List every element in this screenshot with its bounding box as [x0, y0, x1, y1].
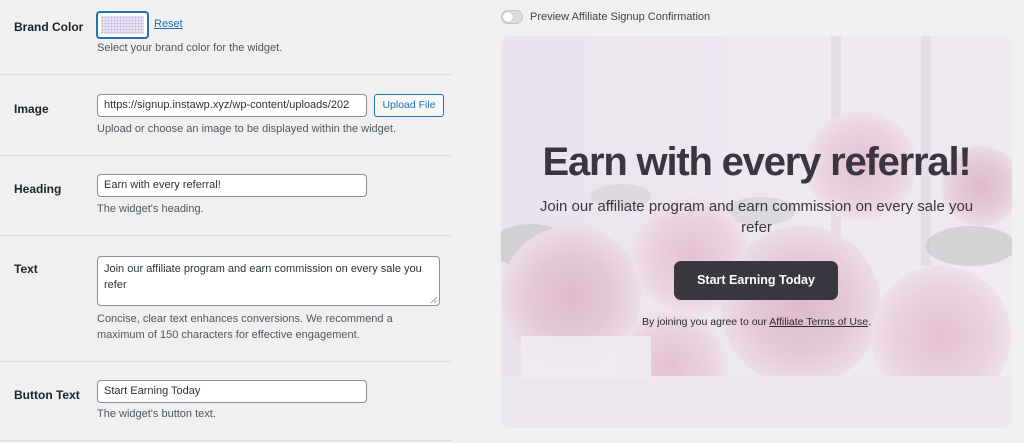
- start-earning-button[interactable]: Start Earning Today: [674, 261, 838, 300]
- heading-label: Heading: [14, 182, 62, 196]
- text-textarea-value: Join our affiliate program and earn comm…: [104, 263, 422, 291]
- preview-text: Join our affiliate program and earn comm…: [539, 198, 974, 236]
- text-textarea[interactable]: Join our affiliate program and earn comm…: [97, 256, 440, 306]
- widget-preview: Earn with every referral! Join our affil…: [501, 36, 1012, 428]
- brand-color-label: Brand Color: [14, 20, 84, 34]
- text-description-line1: Concise, clear text enhances conversions…: [97, 313, 393, 325]
- image-url-input[interactable]: https://signup.instawp.xyz/wp-content/up…: [97, 94, 367, 117]
- row-divider: [0, 361, 452, 362]
- resize-grip-icon[interactable]: [430, 296, 438, 304]
- text-label: Text: [14, 262, 38, 276]
- brand-color-description: Select your brand color for the widget.: [97, 42, 283, 54]
- brand-color-reset-link[interactable]: Reset: [154, 18, 183, 30]
- affiliate-terms-link[interactable]: Affiliate Terms of Use: [769, 316, 868, 328]
- brand-color-picker[interactable]: [97, 12, 148, 38]
- preview-toggle-switch[interactable]: [501, 10, 523, 24]
- upload-file-button[interactable]: Upload File: [374, 94, 444, 117]
- terms-suffix: .: [868, 316, 871, 328]
- button-text-input[interactable]: Start Earning Today: [97, 380, 367, 403]
- row-divider: [0, 440, 452, 441]
- image-description: Upload or choose an image to be displaye…: [97, 123, 397, 135]
- preview-heading: Earn with every referral!: [542, 140, 972, 184]
- row-divider: [0, 74, 452, 75]
- row-divider: [0, 235, 452, 236]
- row-divider: [0, 155, 452, 156]
- image-label: Image: [14, 102, 49, 116]
- preview-toggle-label: Preview Affiliate Signup Confirmation: [530, 11, 711, 23]
- terms-prefix: By joining you agree to our: [641, 316, 770, 328]
- heading-input[interactable]: Earn with every referral!: [97, 174, 367, 197]
- heading-description: The widget's heading.: [97, 203, 204, 215]
- brand-color-swatch: [101, 16, 144, 34]
- widget-settings-form: Brand Color Reset Select your brand colo…: [0, 0, 452, 443]
- toggle-knob: [503, 12, 513, 22]
- button-text-description: The widget's button text.: [97, 408, 216, 420]
- text-description-line2: maximum of 150 characters for effective …: [97, 329, 360, 341]
- preview-terms: By joining you agree to our Affiliate Te…: [501, 316, 1012, 328]
- button-text-label: Button Text: [14, 388, 80, 402]
